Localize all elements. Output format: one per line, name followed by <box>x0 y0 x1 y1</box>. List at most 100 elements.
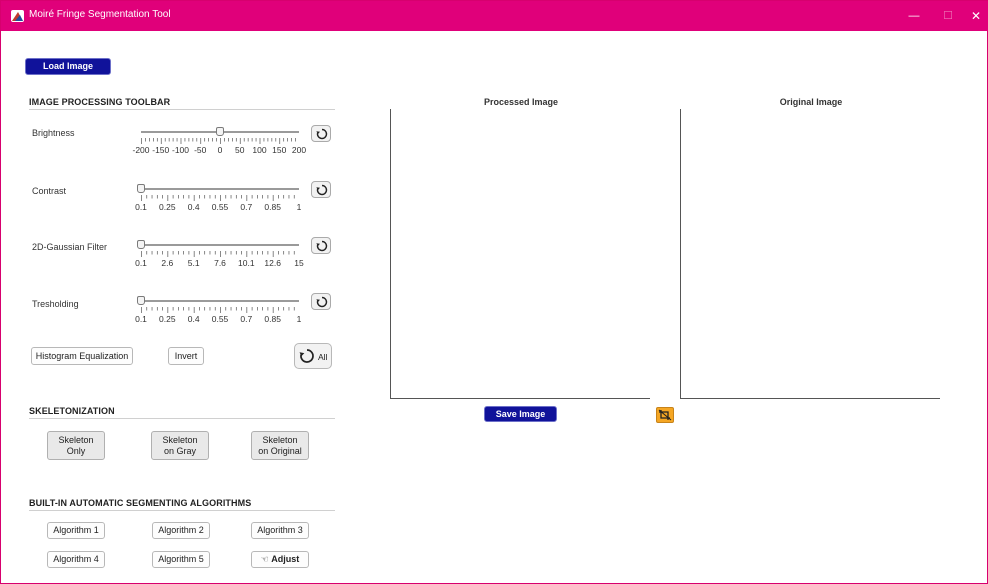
app-logo-icon <box>11 10 24 22</box>
slider-tick-label: -100 <box>171 145 190 155</box>
slider-thumb[interactable] <box>137 184 145 193</box>
algorithm-1-button[interactable]: Algorithm 1 <box>47 522 105 539</box>
algorithm-5-button[interactable]: Algorithm 5 <box>152 551 210 568</box>
brightness-label: Brightness <box>32 128 75 138</box>
skeleton-on-gray-button[interactable]: Skeleton on Gray <box>151 431 209 460</box>
close-button[interactable]: ✕ <box>961 1 988 31</box>
load-image-button[interactable]: Load Image <box>25 58 111 75</box>
crop-button[interactable] <box>656 407 674 423</box>
slider-tick-label: 0.1 <box>135 314 147 324</box>
slider-tick-label: 0.55 <box>211 314 229 324</box>
algorithm-3-button[interactable]: Algorithm 3 <box>251 522 309 539</box>
slider-tick-label: 0.85 <box>264 314 281 324</box>
algorithms-title: BUILT-IN AUTOMATIC SEGMENTING ALGORITHMS <box>29 498 252 508</box>
slider-tick-label: 0.7 <box>240 314 253 324</box>
brightness-slider[interactable]: -200 -150 -100 -50 0 50 100 150 200 <box>131 127 311 167</box>
title-bar: Moiré Fringe Segmentation Tool — ☐ ✕ <box>1 1 988 31</box>
toolbar-title: IMAGE PROCESSING TOOLBAR <box>29 97 171 107</box>
skeleton-only-line1: Skeleton <box>58 434 94 445</box>
skeletonization-divider <box>29 418 335 419</box>
slider-tick-label: 150 <box>272 145 287 155</box>
slider-tick-label: 12.6 <box>264 258 281 268</box>
slider-tick-label: 5.1 <box>187 258 200 268</box>
histogram-equalization-button[interactable]: Histogram Equalization <box>31 347 133 365</box>
slider-tick-label: -200 <box>132 145 150 155</box>
reset-rotate-icon <box>316 296 328 308</box>
slider-track[interactable] <box>141 244 299 246</box>
contrast-reset-button[interactable] <box>311 181 331 198</box>
reset-rotate-icon <box>316 128 328 140</box>
hand-pointer-icon: ☜ <box>260 554 269 564</box>
slider-track[interactable] <box>141 188 299 190</box>
skeleton-on-gray-line2: on Gray <box>163 445 196 456</box>
slider-tick-label: 7.6 <box>214 258 226 268</box>
slider-tick-label: 0.25 <box>159 314 176 324</box>
original-image-axes <box>680 109 940 399</box>
slider-thumb[interactable] <box>137 240 145 249</box>
original-image-title: Original Image <box>779 97 843 107</box>
slider-tick-label: -50 <box>194 145 207 155</box>
thresholding-reset-button[interactable] <box>311 293 331 310</box>
maximize-button[interactable]: ☐ <box>933 1 963 31</box>
gaussian-filter-slider[interactable]: 0.1 2.6 5.1 7.6 10.1 12.6 15 <box>131 240 311 280</box>
skeleton-on-original-line2: on Original <box>258 445 302 456</box>
slider-tick-label: -150 <box>152 145 170 155</box>
gaussian-reset-button[interactable] <box>311 237 331 254</box>
slider-thumb[interactable] <box>216 127 224 136</box>
adjust-label: Adjust <box>271 554 300 564</box>
slider-track[interactable] <box>141 300 299 302</box>
contrast-slider[interactable]: 0.1 0.25 0.4 0.55 0.7 0.85 1 <box>131 184 311 224</box>
thresholding-label: Tresholding <box>32 299 79 309</box>
slider-tick-label: 0.4 <box>187 314 200 324</box>
skeleton-only-button[interactable]: Skeleton Only <box>47 431 105 460</box>
slider-tick-labels: 0.1 0.25 0.4 0.55 0.7 0.85 1 <box>131 202 311 214</box>
slider-tick-labels: 0.1 2.6 5.1 7.6 10.1 12.6 15 <box>131 258 311 270</box>
slider-tick-label: 50 <box>235 145 245 155</box>
slider-tick-label: 0.4 <box>187 202 200 212</box>
contrast-label: Contrast <box>32 186 67 196</box>
thresholding-slider[interactable]: 0.1 0.25 0.4 0.55 0.7 0.85 1 <box>131 296 311 336</box>
slider-tick-label: 10.1 <box>238 258 255 268</box>
slider-tick-label: 100 <box>252 145 267 155</box>
slider-tick-label: 1 <box>296 314 302 324</box>
algorithm-4-button[interactable]: Algorithm 4 <box>47 551 105 568</box>
crop-off-icon <box>658 409 672 421</box>
invert-button[interactable]: Invert <box>168 347 204 365</box>
algorithms-divider <box>29 510 335 511</box>
toolbar-divider <box>29 109 335 110</box>
minimize-button[interactable]: — <box>899 1 929 31</box>
adjust-button[interactable]: ☜ Adjust <box>251 551 309 568</box>
slider-thumb[interactable] <box>137 296 145 305</box>
reset-rotate-icon <box>299 349 314 363</box>
slider-tick-label: 0.7 <box>240 202 253 212</box>
slider-tick-label: 200 <box>291 145 307 155</box>
slider-tick-label: 1 <box>296 202 302 212</box>
reset-all-button[interactable]: All <box>294 343 332 369</box>
slider-tick-label: 0 <box>217 145 223 155</box>
slider-tick-label: 0.85 <box>264 202 281 212</box>
skeleton-on-original-button[interactable]: Skeleton on Original <box>251 431 309 460</box>
slider-tick-label: 0.1 <box>135 258 147 268</box>
window-title: Moiré Fringe Segmentation Tool <box>29 9 171 20</box>
slider-tick-label: 0.1 <box>135 202 147 212</box>
skeletonization-title: SKELETONIZATION <box>29 406 115 416</box>
skeleton-only-line2: Only <box>66 445 86 456</box>
app-window: Moiré Fringe Segmentation Tool — ☐ ✕ Loa… <box>0 0 988 584</box>
processed-image-axes <box>390 109 650 399</box>
slider-tick-labels: 0.1 0.25 0.4 0.55 0.7 0.85 1 <box>131 314 311 326</box>
skeleton-on-original-line1: Skeleton <box>262 434 298 445</box>
processed-image-title: Processed Image <box>483 97 559 107</box>
slider-tick-label: 15 <box>294 258 304 268</box>
slider-tick-label: 0.55 <box>211 202 229 212</box>
reset-rotate-icon <box>316 184 328 196</box>
skeleton-on-gray-line1: Skeleton <box>162 434 198 445</box>
slider-tick-label: 0.25 <box>159 202 176 212</box>
slider-tick-labels: -200 -150 -100 -50 0 50 100 150 200 <box>131 145 311 157</box>
gaussian-filter-label: 2D-Gaussian Filter <box>32 242 108 252</box>
slider-tick-label: 2.6 <box>161 258 174 268</box>
reset-rotate-icon <box>316 240 328 252</box>
save-image-button[interactable]: Save Image <box>484 406 557 422</box>
brightness-reset-button[interactable] <box>311 125 331 142</box>
algorithm-2-button[interactable]: Algorithm 2 <box>152 522 210 539</box>
reset-all-label: All <box>318 352 328 362</box>
